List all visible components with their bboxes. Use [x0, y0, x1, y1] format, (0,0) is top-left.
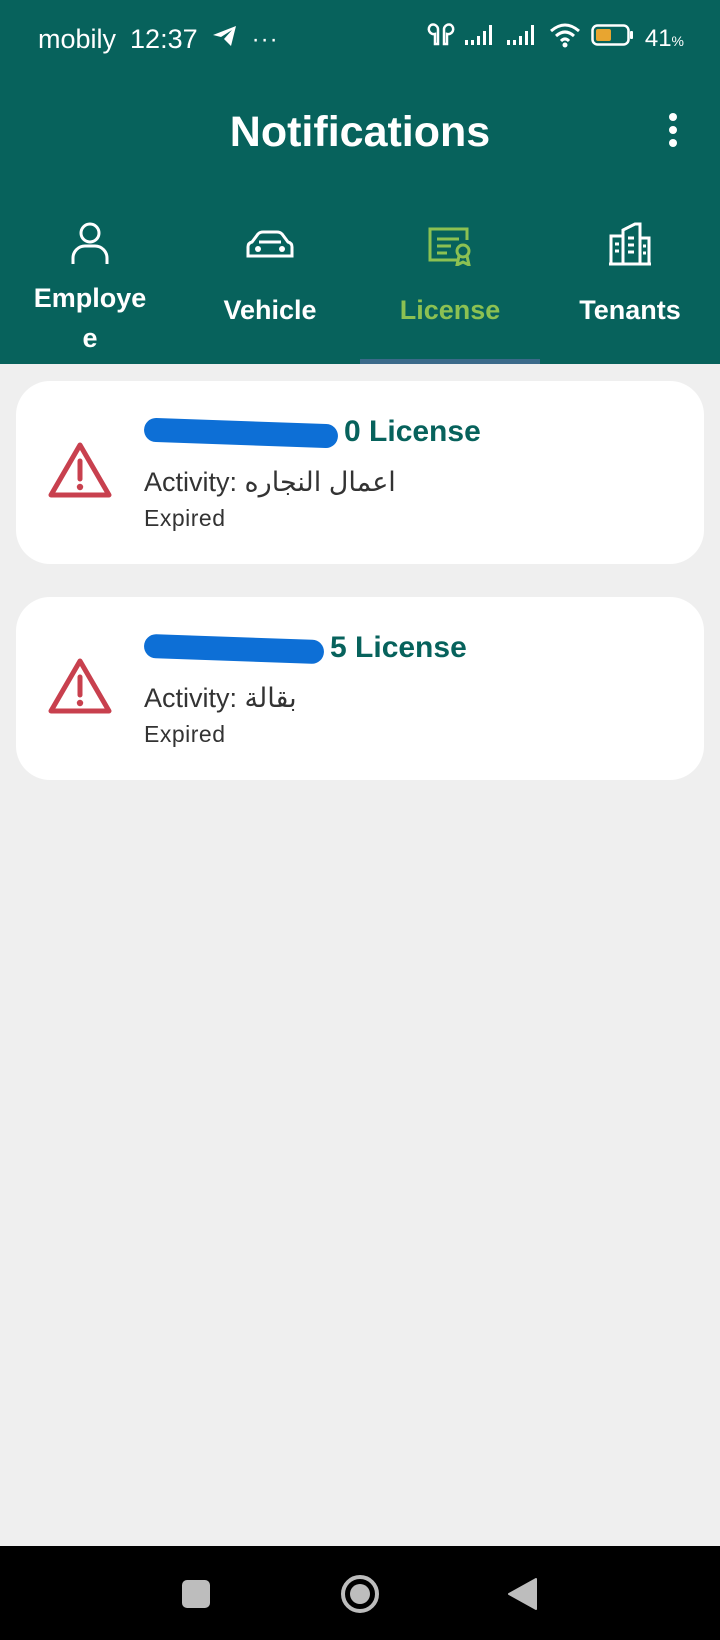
signal-icon — [506, 24, 539, 53]
activity-value: اعمال النجاره — [244, 467, 396, 497]
license-id-suffix: 5 — [330, 631, 347, 664]
redaction-mark — [143, 633, 325, 665]
activity-line: Activity: بقالة — [144, 683, 297, 714]
license-title: 5 License — [143, 631, 467, 665]
notification-card[interactable]: 0 License Activity: اعمال النجاره Expire… — [16, 381, 704, 564]
wifi-icon — [549, 22, 581, 55]
title-bar: Notifications — [0, 95, 720, 169]
telegram-icon — [212, 24, 238, 55]
status-bar: mobily 12:37 ··· 41% — [0, 0, 720, 80]
battery-icon — [591, 23, 635, 54]
license-title: 0 License — [143, 415, 481, 449]
license-title-suffix: License — [369, 415, 481, 448]
license-certificate-icon — [427, 226, 473, 271]
license-title-suffix: License — [355, 631, 467, 664]
app-header: mobily 12:37 ··· 41% Notifications Emplo… — [0, 0, 720, 364]
warning-triangle-icon — [48, 441, 112, 504]
tab-license[interactable]: License — [360, 210, 540, 364]
warning-triangle-icon — [48, 657, 112, 720]
tab-label: License — [399, 295, 501, 325]
activity-label: Activity: — [144, 683, 238, 713]
notification-card[interactable]: 5 License Activity: بقالة Expired — [16, 597, 704, 780]
buildings-icon — [608, 222, 652, 271]
tab-label: Vehicle — [223, 295, 317, 325]
redaction-mark — [143, 417, 339, 449]
active-tab-indicator — [360, 359, 540, 364]
signal-icon — [464, 24, 497, 53]
tab-employee[interactable]: Employe e — [0, 210, 180, 364]
page-title: Notifications — [229, 108, 491, 156]
home-circle-icon[interactable] — [332, 1566, 388, 1622]
tab-bar: Employe e Vehicle License Tenants — [0, 210, 720, 364]
system-navigation-bar — [0, 1546, 720, 1640]
earbuds-icon — [427, 22, 455, 55]
back-triangle-icon[interactable] — [494, 1566, 550, 1622]
recents-square-icon[interactable] — [168, 1566, 224, 1622]
car-icon — [245, 230, 295, 267]
carrier-name: mobily — [38, 24, 117, 54]
more-notifications-indicator: ··· — [251, 25, 279, 53]
activity-line: Activity: اعمال النجاره — [144, 467, 396, 498]
license-id-suffix: 0 — [344, 415, 361, 448]
clock: 12:37 — [130, 24, 198, 54]
more-vertical-icon[interactable] — [666, 113, 680, 151]
activity-value: بقالة — [244, 683, 297, 713]
tab-label: Employe e — [33, 283, 147, 353]
activity-label: Activity: — [144, 467, 238, 497]
tab-vehicle[interactable]: Vehicle — [180, 210, 360, 364]
battery-percent: 41% — [644, 24, 684, 52]
tab-label: Tenants — [579, 295, 681, 325]
status-text: Expired — [144, 721, 226, 747]
tab-tenants[interactable]: Tenants — [540, 210, 720, 364]
person-icon — [70, 220, 110, 271]
status-text: Expired — [144, 505, 226, 531]
